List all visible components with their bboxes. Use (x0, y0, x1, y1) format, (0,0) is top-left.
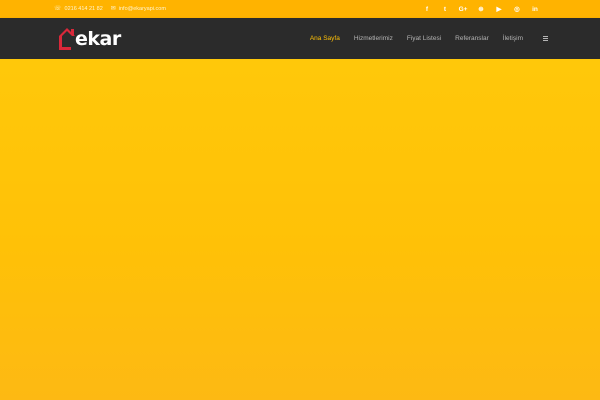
contact-info: ☏ 0216 414 21 82 ✉ info@ekaryapi.com (54, 6, 166, 12)
twitter-icon[interactable]: t (436, 0, 454, 18)
youtube-icon[interactable]: ▶ (490, 0, 508, 18)
linkedin-icon[interactable]: in (526, 0, 544, 18)
nav-item-references[interactable]: Referanslar (448, 35, 496, 42)
social-links: f t G+ ⊛ ▶ ◎ in (418, 0, 544, 18)
instagram-icon[interactable]: ◎ (508, 0, 526, 18)
house-logo-icon (59, 28, 75, 50)
hamburger-menu-icon[interactable] (540, 18, 550, 59)
envelope-icon: ✉ (110, 6, 116, 12)
email-contact[interactable]: ✉ info@ekaryapi.com (111, 6, 166, 12)
logo-text: ekar (75, 27, 121, 50)
nav-item-price-list[interactable]: Fiyat Listesi (400, 35, 448, 42)
hero-banner (0, 59, 600, 400)
phone-number: 0216 414 21 82 (64, 6, 103, 12)
phone-contact[interactable]: ☏ 0216 414 21 82 (54, 6, 103, 12)
main-navbar: ekar Ana Sayfa Hizmetlerimiz Fiyat Liste… (0, 18, 600, 59)
phone-icon: ☏ (54, 6, 62, 12)
main-menu: Ana Sayfa Hizmetlerimiz Fiyat Listesi Re… (303, 18, 550, 59)
google-plus-icon[interactable]: G+ (454, 0, 472, 18)
dribbble-icon[interactable]: ⊛ (472, 0, 490, 18)
facebook-icon[interactable]: f (418, 0, 436, 18)
top-bar: ☏ 0216 414 21 82 ✉ info@ekaryapi.com f t… (0, 0, 600, 18)
site-logo[interactable]: ekar (57, 22, 121, 56)
nav-item-contact[interactable]: İletişim (496, 35, 530, 42)
nav-item-home[interactable]: Ana Sayfa (303, 35, 347, 42)
email-address: info@ekaryapi.com (118, 6, 166, 12)
nav-item-services[interactable]: Hizmetlerimiz (347, 35, 400, 42)
